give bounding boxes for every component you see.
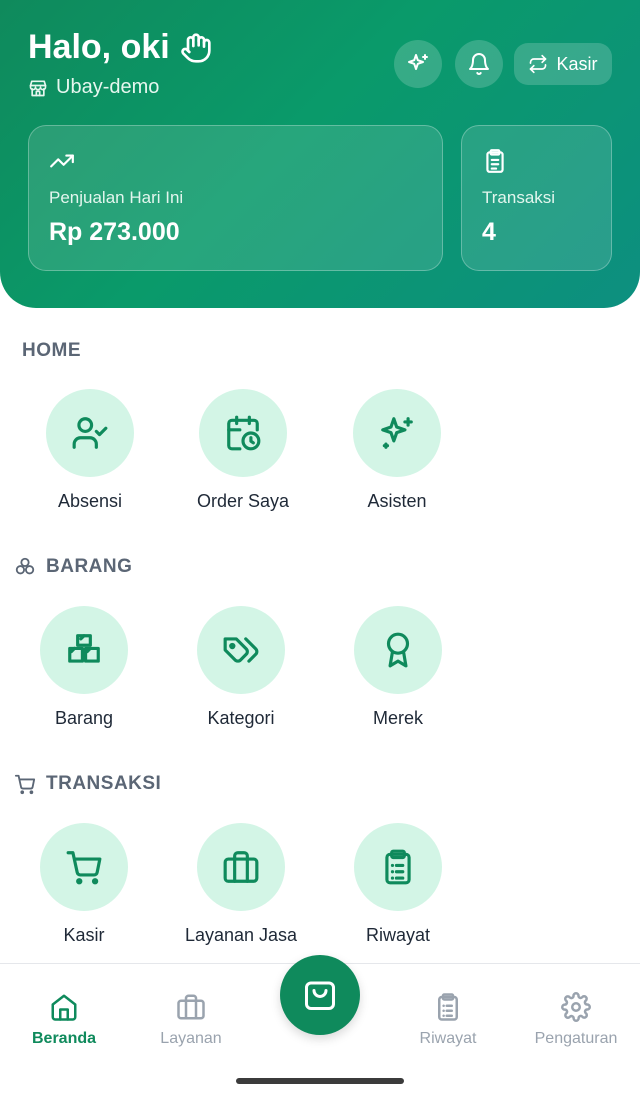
clipboard-list-icon [486,149,504,173]
briefcase-icon [177,994,205,1020]
nav-beranda-label: Beranda [31,1030,97,1047]
transactions-label: Transaksi [482,188,556,207]
nav-pengaturan-label: Pengaturan [534,1030,618,1047]
greeting-text: Halo, oki [28,28,170,66]
award-icon [386,632,410,668]
store-icon [29,80,47,96]
section-title-transaksi: TRANSAKSI [14,773,161,795]
sales-today-card[interactable]: Penjualan Hari Ini Rp 273.000 [28,125,443,271]
tile-riwayat-label: Riwayat [365,925,431,945]
sparkles-icon [381,417,413,449]
store-name: Ubay-demo [56,76,160,98]
tile-merek[interactable]: Merek [323,606,473,729]
bell-icon [469,53,489,75]
kasir-switch-label: Kasir [556,53,598,74]
tile-merek-label: Merek [372,708,423,728]
sparkles-icon [408,54,428,70]
switch-arrows-icon [530,54,547,74]
tile-kasir-label: Kasir [63,925,105,945]
home-icon [51,994,77,1021]
boxes-icon [15,557,35,575]
sales-today-label: Penjualan Hari Ini [49,188,184,207]
tile-absensi-label: Absensi [57,491,123,511]
tile-kategori-label: Kategori [207,708,275,728]
tile-layanan-jasa[interactable]: Layanan Jasa [166,823,316,946]
header: Halo, oki Ubay-demo Kasir Penjualan Hari… [0,0,640,308]
tile-asisten-label: Asisten [367,491,427,511]
assistant-button[interactable] [394,40,442,88]
cart-fab-button[interactable] [280,955,360,1035]
nav-beranda[interactable]: Beranda [9,992,119,1048]
tile-barang[interactable]: Barang [9,606,159,729]
store-info: Ubay-demo [28,76,159,99]
transactions-value: 4 [482,218,496,246]
greeting: Halo, oki [28,28,212,67]
shopping-bag-icon [305,981,335,1010]
section-title-barang: BARANG [14,556,132,578]
nav-riwayat[interactable]: Riwayat [393,992,503,1048]
tile-layanan-jasa-label: Layanan Jasa [184,925,298,945]
tags-icon [223,637,259,663]
nav-layanan[interactable]: Layanan [136,992,246,1048]
trending-up-icon [50,154,74,168]
notification-button[interactable] [455,40,503,88]
tile-asisten[interactable]: Asisten [322,389,472,512]
calendar-clock-icon [227,415,261,451]
cart-icon [66,851,102,885]
waving-hand-icon [180,32,211,63]
home-indicator [236,1078,404,1084]
transactions-card[interactable]: Transaksi 4 [461,125,612,271]
tile-barang-label: Barang [54,708,114,728]
user-check-icon [72,417,108,449]
section-title-home: HOME [22,340,81,361]
tile-order-saya[interactable]: Order Saya [168,389,318,512]
cart-icon [14,774,36,795]
clipboard-list-icon [385,849,411,885]
tile-kategori[interactable]: Kategori [166,606,316,729]
kasir-switch-button[interactable]: Kasir [514,43,612,85]
briefcase-icon [223,851,259,883]
tile-absensi[interactable]: Absensi [15,389,165,512]
gear-icon [561,992,591,1022]
tile-kasir[interactable]: Kasir [9,823,159,946]
clipboard-list-icon [438,993,458,1021]
tile-riwayat[interactable]: Riwayat [323,823,473,946]
boxes-icon [68,634,100,663]
tile-order-saya-label: Order Saya [196,491,290,511]
nav-layanan-label: Layanan [160,1030,222,1047]
sales-today-value: Rp 273.000 [49,218,180,246]
nav-pengaturan[interactable]: Pengaturan [521,992,631,1048]
nav-riwayat-label: Riwayat [419,1030,477,1047]
